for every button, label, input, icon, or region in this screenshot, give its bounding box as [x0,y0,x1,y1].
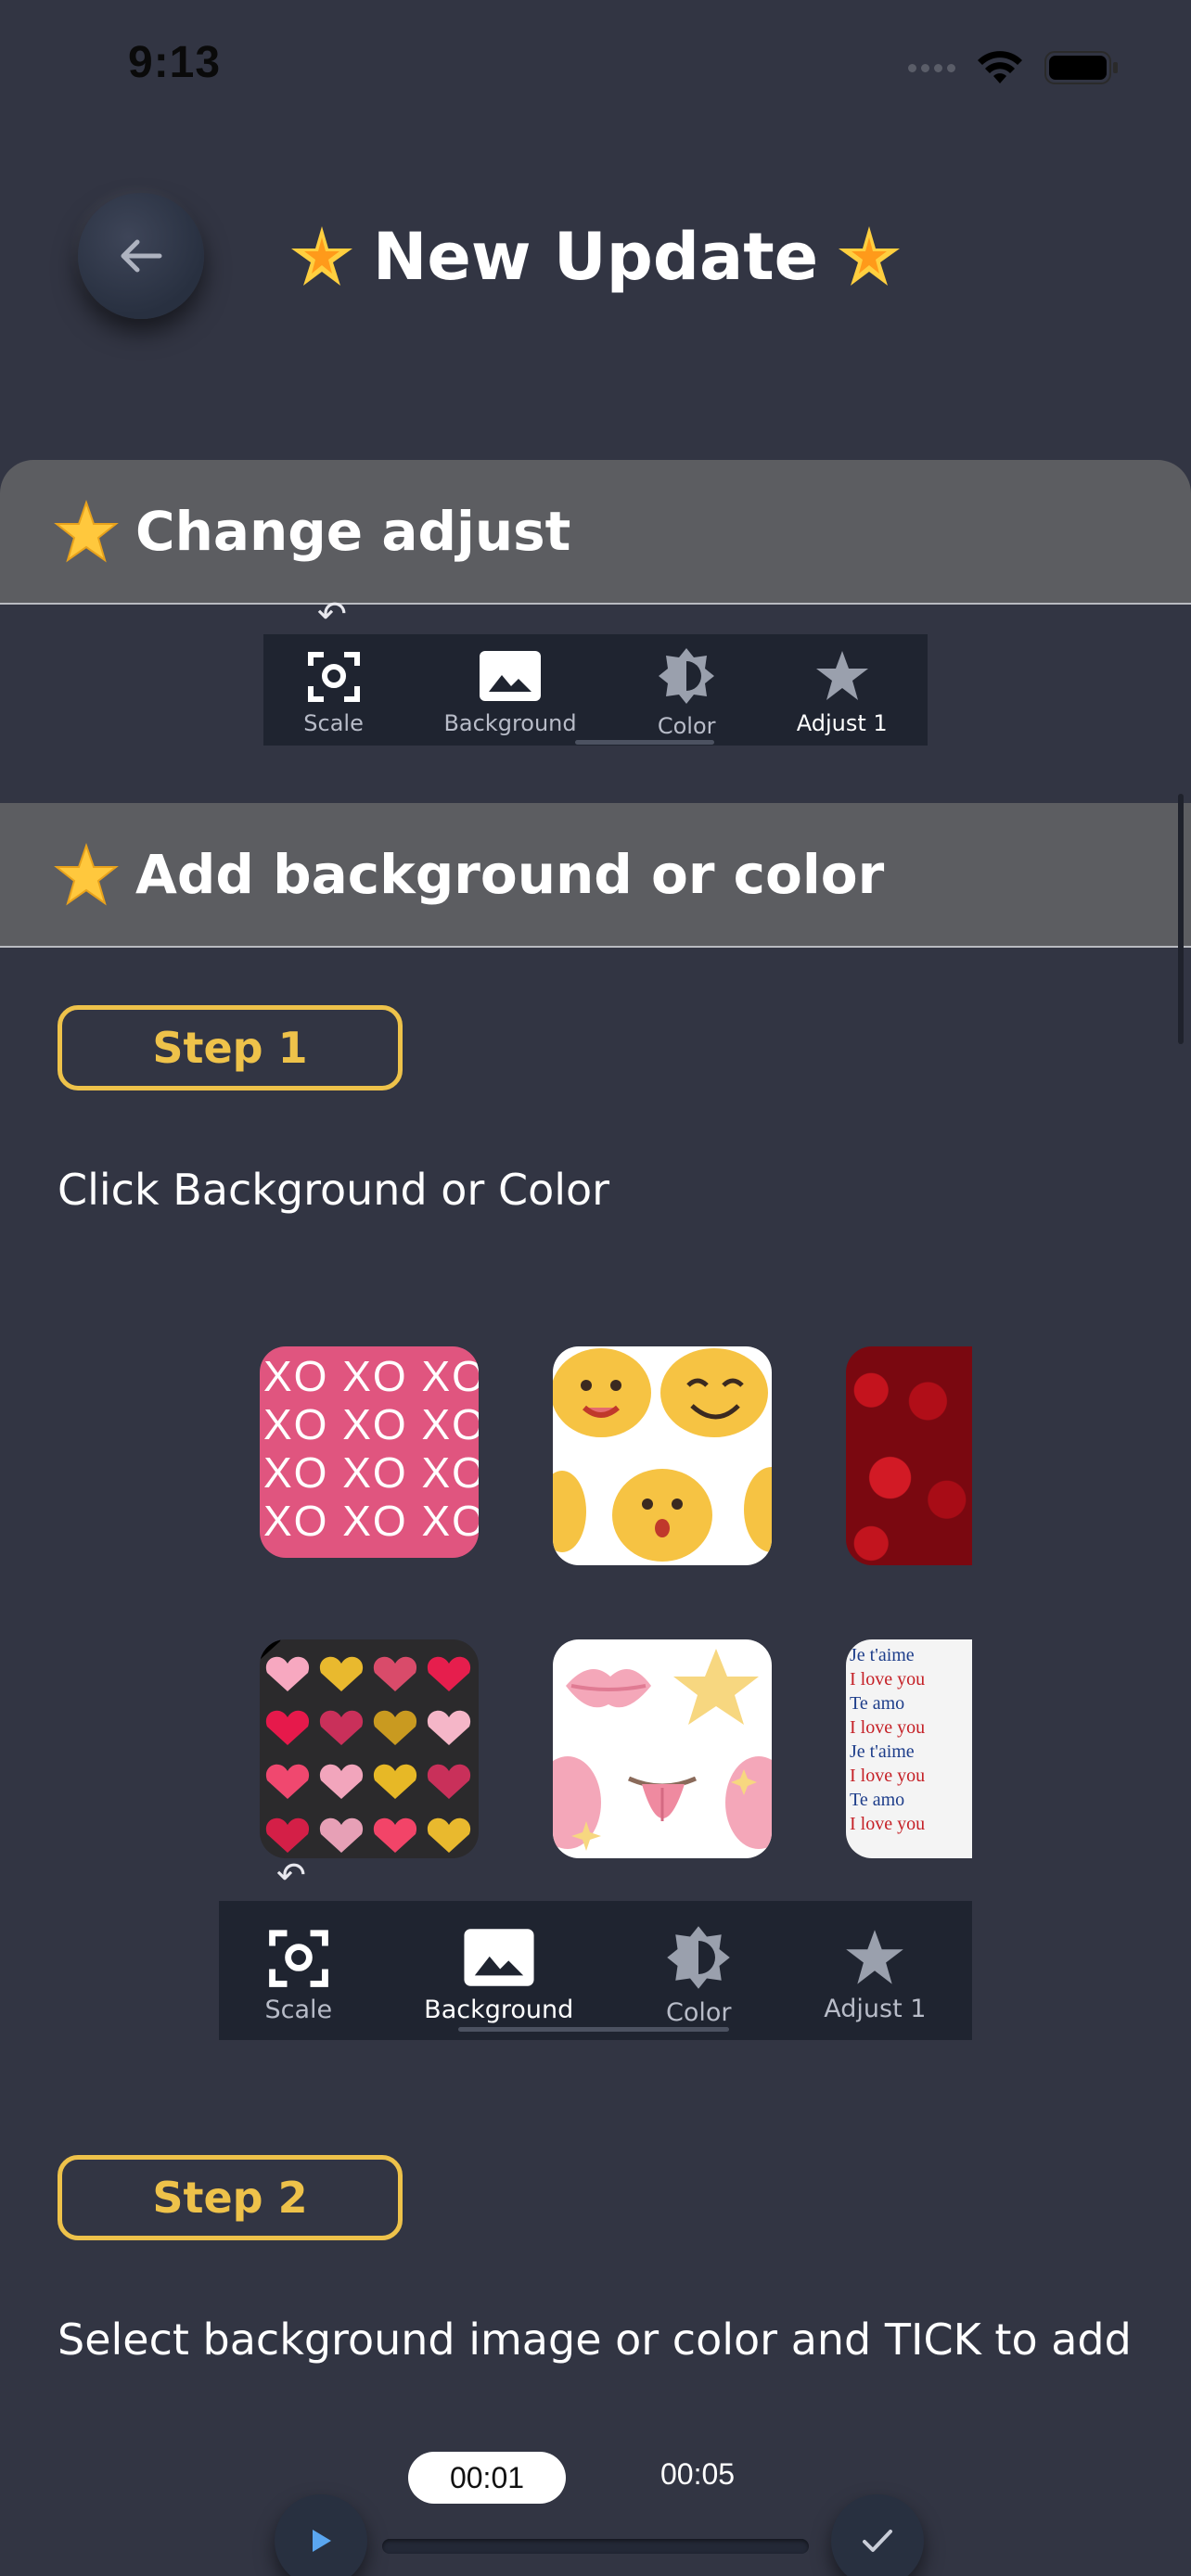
confirm-button[interactable] [831,2494,924,2576]
section-title: Add background or color [135,843,885,906]
page-title: New Update [0,219,1191,295]
home-indicator [575,740,714,745]
scale-icon [307,652,360,702]
step-badge: Step 1 [58,1005,403,1090]
toolbar-item-scale: Scale [303,649,364,736]
thumbnail-xo-pattern: XO XO XO XO XO XO XO XO XO XO XO XO [260,1346,479,1558]
toolbar-label: Background [424,1995,574,2024]
section-header-add-background: Add background or color [0,803,1191,948]
thumbnail-love-text: Je t'aime I love you Te amo I love you J… [846,1639,972,1858]
brightness-icon [659,648,715,704]
thumbnail-emoji-faces [553,1346,772,1565]
star-icon [54,842,119,906]
toolbar-item-color: Color [657,646,716,739]
toolbar-item-scale: Scale [264,1927,333,2024]
emoji-faces-illustration [553,1348,772,1562]
toolbar-label: Background [443,710,577,736]
undo-icon: ↶ [317,593,347,634]
step-badge: Step 2 [58,2155,403,2240]
glowing-star-icon [839,226,901,286]
star-icon [815,651,868,700]
thumbnail-roses [846,1346,972,1565]
page-title-text: New Update [372,219,819,295]
kiss-stickers-illustration [553,1649,772,1851]
end-time: 00:05 [660,2457,736,2491]
undo-icon: ↶ [276,1855,306,1895]
timeline-track[interactable] [382,2539,809,2554]
toolbar-item-adjust: Adjust 1 [797,649,888,736]
check-icon [863,2530,892,2552]
star-icon [846,1929,904,1984]
current-time-pill: 00:01 [408,2452,566,2504]
section-header-change-adjust: Change adjust [0,460,1191,605]
toolbar-preview-small: Scale Background Color Adjust 1 [263,634,928,746]
toolbar-preview-large: Scale Background Color Adjust 1 [219,1901,972,2040]
battery-icon [1044,51,1118,84]
image-icon [464,1928,534,1986]
toolbar-label: Scale [303,710,364,736]
section-title: Change adjust [135,500,571,563]
toolbar-item-adjust: Adjust 1 [824,1928,926,2023]
step-description: Select background image or color and TIC… [58,2315,1132,2365]
signal-icon [908,63,955,72]
star-icon [54,499,119,563]
toolbar-label: Color [657,713,716,739]
toolbar-label: Adjust 1 [796,710,888,736]
play-icon [313,2530,331,2552]
thumbnail-kiss-stickers [553,1639,772,1858]
toolbar-label: Adjust 1 [824,1994,927,2023]
toolbar-item-background: Background [443,649,577,736]
status-icons [908,46,1119,89]
scale-icon [268,1929,328,1987]
glowing-star-icon [290,226,352,286]
image-icon [480,651,542,701]
toolbar-label: Scale [264,1995,333,2024]
home-indicator [458,2027,729,2032]
brightness-icon [667,1925,731,1989]
step-description: Click Background or Color [58,1165,610,1215]
wifi-icon [978,51,1022,83]
status-time: 9:13 [128,38,222,87]
toolbar-label: Color [666,1997,732,2027]
toolbar-item-background: Background [424,1927,573,2024]
toolbar-item-color: Color [665,1924,732,2027]
play-button[interactable] [275,2494,367,2576]
scroll-indicator[interactable] [1178,794,1184,1044]
hearts-illustration [260,1639,471,1853]
thumbnail-hearts [260,1639,479,1858]
